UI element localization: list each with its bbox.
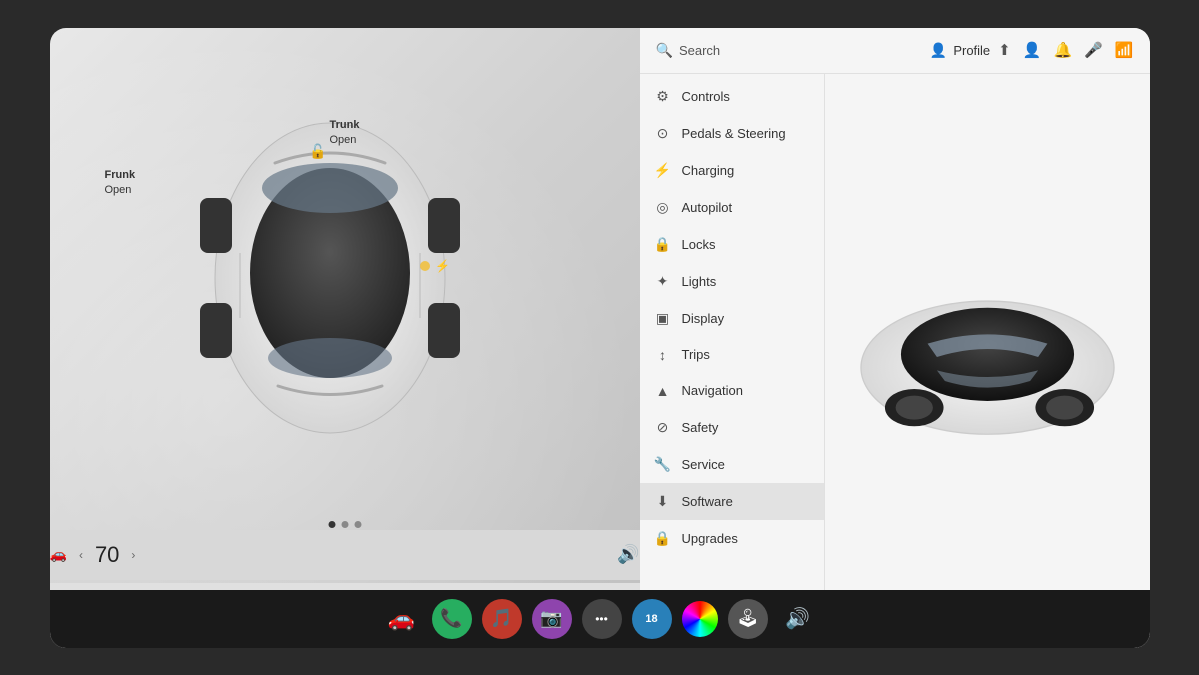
charging-icon: ⚡	[654, 162, 672, 179]
search-area[interactable]: 🔍 Search	[656, 42, 922, 59]
more-apps-button[interactable]: •••	[582, 599, 622, 639]
menu-item-software[interactable]: ⬇ Software	[640, 483, 824, 520]
steering-icon: ⊙	[654, 125, 672, 142]
phone-button[interactable]: 📞	[432, 599, 472, 639]
service-icon: 🔧	[654, 456, 672, 473]
camera-button[interactable]: 📷	[532, 599, 572, 639]
car-thumbnail	[841, 86, 1134, 636]
trunk-label: Trunk Open	[330, 118, 360, 149]
car-status-icon: 🚗	[382, 599, 422, 639]
chevron-left-icon[interactable]: ‹	[79, 548, 83, 562]
calendar-button[interactable]: 18	[632, 599, 672, 639]
menu-item-trips[interactable]: ↕ Trips	[640, 337, 824, 373]
dot-3[interactable]	[354, 521, 361, 528]
car-top-view: ⚡ 🔓	[130, 108, 530, 448]
controls-icon: ⚙	[654, 88, 672, 105]
search-icon: 🔍	[656, 42, 673, 59]
left-panel: ⚡ 🔓 Frunk Open Trunk Open 🚗 ‹ 70 › 🔊	[50, 28, 640, 648]
vehicle-info-column: Name Your Vehicle MODEL 3 LONG RANGE DUA…	[825, 74, 1150, 648]
bell-icon[interactable]: 🔔	[1053, 41, 1072, 59]
menu-item-pedals-steering[interactable]: ⊙ Pedals & Steering	[640, 115, 824, 152]
profile-label: Profile	[953, 43, 990, 58]
menu-item-charging[interactable]: ⚡ Charging	[640, 152, 824, 189]
trips-icon: ↕	[654, 347, 672, 363]
search-label: Search	[679, 43, 720, 58]
display-icon: ▣	[654, 310, 672, 327]
lock-icon: 🔒	[654, 236, 672, 253]
right-panel: 🔍 Search 👤 Profile ⬆ 👤 🔔 🎤 📶 ⚙ Cont	[640, 28, 1150, 648]
upload-icon[interactable]: ⬆	[998, 41, 1011, 59]
menu-column: ⚙ Controls ⊙ Pedals & Steering ⚡ Chargin…	[640, 74, 825, 648]
signal-icon: 📶	[1115, 41, 1134, 59]
menu-item-controls[interactable]: ⚙ Controls	[640, 78, 824, 115]
menu-item-display[interactable]: ▣ Display	[640, 300, 824, 337]
header-icons: ⬆ 👤 🔔 🎤 📶	[998, 41, 1133, 59]
menu-item-navigation[interactable]: ▲ Navigation	[640, 373, 824, 409]
volume-button[interactable]: 🔊	[778, 599, 818, 639]
menu-item-upgrades[interactable]: 🔒 Upgrades	[640, 520, 824, 557]
lights-icon: ✦	[654, 273, 672, 290]
dots-icon: •••	[595, 612, 608, 626]
game-button[interactable]: 🕹	[728, 599, 768, 639]
upgrades-icon: 🔒	[654, 530, 672, 547]
pagination-dots	[328, 521, 361, 528]
safety-icon: ⊘	[654, 419, 672, 436]
svg-text:🔓: 🔓	[309, 143, 326, 160]
person-icon[interactable]: 👤	[1023, 41, 1042, 59]
menu-item-service[interactable]: 🔧 Service	[640, 446, 824, 483]
color-wheel-button[interactable]	[682, 601, 718, 637]
chevron-right-icon[interactable]: ›	[131, 548, 135, 562]
music-button[interactable]: 🎵	[482, 599, 522, 639]
temperature-value: 70	[95, 542, 119, 568]
menu-item-autopilot[interactable]: ◎ Autopilot	[640, 189, 824, 226]
profile-area[interactable]: 👤 Profile	[930, 42, 990, 59]
volume-icon[interactable]: 🔊	[617, 544, 639, 565]
svg-text:⚡: ⚡	[435, 259, 450, 273]
menu-item-lights[interactable]: ✦ Lights	[640, 263, 824, 300]
content-area: ⚙ Controls ⊙ Pedals & Steering ⚡ Chargin…	[640, 74, 1150, 648]
profile-icon: 👤	[930, 42, 947, 59]
frunk-label: Frunk Open	[105, 168, 136, 199]
temperature-bar: 🚗 ‹ 70 › 🔊	[50, 530, 640, 580]
dot-1[interactable]	[328, 521, 335, 528]
car-icon: 🚗	[50, 546, 67, 563]
mic-icon[interactable]: 🎤	[1084, 41, 1103, 59]
top-header: 🔍 Search 👤 Profile ⬆ 👤 🔔 🎤 📶	[640, 28, 1150, 74]
menu-item-locks[interactable]: 🔒 Locks	[640, 226, 824, 263]
navigation-icon: ▲	[654, 383, 672, 399]
taskbar: 🚗 📞 🎵 📷 ••• 18 🕹 🔊	[50, 590, 1150, 648]
dot-2[interactable]	[341, 521, 348, 528]
autopilot-icon: ◎	[654, 199, 672, 216]
software-icon: ⬇	[654, 493, 672, 510]
menu-item-safety[interactable]: ⊘ Safety	[640, 409, 824, 446]
tesla-screen: ⚡ 🔓 Frunk Open Trunk Open 🚗 ‹ 70 › 🔊	[50, 28, 1150, 648]
calendar-date: 18	[645, 613, 657, 625]
